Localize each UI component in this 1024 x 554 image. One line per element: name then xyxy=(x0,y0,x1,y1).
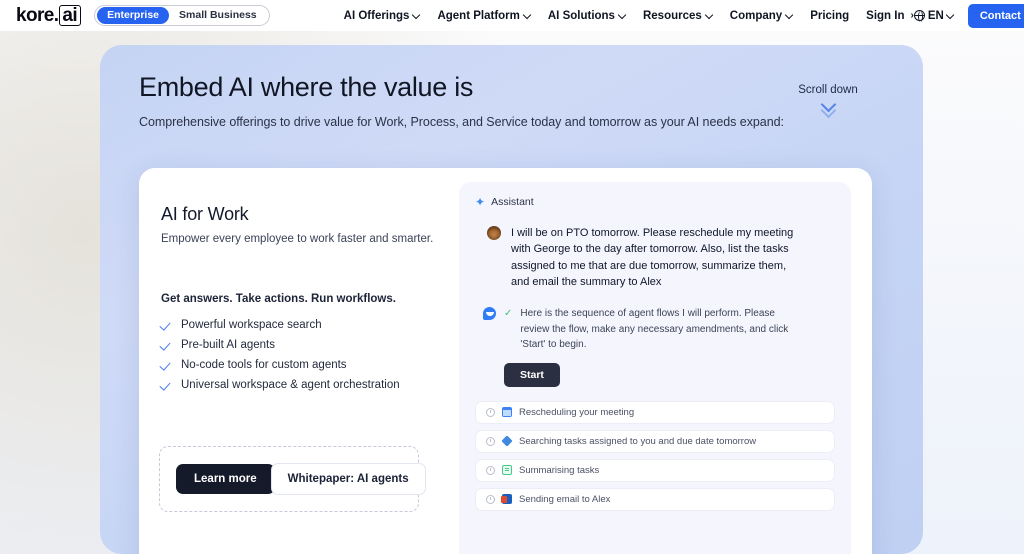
sparkle-icon: ✦ xyxy=(475,195,486,209)
nav-label: Company xyxy=(729,9,783,22)
page-subtitle: Comprehensive offerings to drive value f… xyxy=(139,115,784,129)
nav-label: Agent Platform xyxy=(437,9,520,22)
assistant-chat-panel: ✦ Assistant I will be on PTO tomorrow. P… xyxy=(459,182,851,554)
list-item: No-code tools for custom agents xyxy=(161,359,437,371)
cta-group: Learn more Whitepaper: AI agents xyxy=(159,446,426,512)
check-icon xyxy=(161,341,172,350)
nav-label: AI Solutions xyxy=(547,9,615,22)
check-icon xyxy=(161,361,172,370)
calendar-icon xyxy=(502,407,512,418)
chevron-double-down-icon xyxy=(783,96,873,119)
user-message: I will be on PTO tomorrow. Please resche… xyxy=(475,225,835,290)
nav-item-ai-solutions[interactable]: AI Solutions xyxy=(548,10,626,22)
clock-icon xyxy=(486,494,495,504)
flow-label: Summarising tasks xyxy=(519,464,600,476)
nav-item-pricing[interactable]: Pricing xyxy=(810,10,849,22)
flow-label: Searching tasks assigned to you and due … xyxy=(519,435,757,447)
scroll-down-label: Scroll down xyxy=(798,84,858,96)
language-label: EN xyxy=(927,9,944,22)
feature-label: No-code tools for custom agents xyxy=(181,359,347,371)
chevron-down-icon xyxy=(786,12,793,19)
agent-flow-list: Rescheduling your meeting Searching task… xyxy=(475,400,835,511)
assistant-message-text: Here is the sequence of agent flows I wi… xyxy=(520,308,789,351)
chevron-down-icon xyxy=(947,12,954,19)
card-tagline: Get answers. Take actions. Run workflows… xyxy=(161,293,396,305)
user-message-text: I will be on PTO tomorrow. Please resche… xyxy=(511,227,794,288)
check-icon xyxy=(161,321,172,330)
feature-list: Powerful workspace search Pre-built AI a… xyxy=(161,319,437,391)
card-left-column: AI for Work Empower every employee to wo… xyxy=(139,168,459,554)
site-header: kore. ai Enterprise Small Business AI Off… xyxy=(0,0,1024,31)
avatar xyxy=(487,226,501,240)
search-diamond-icon xyxy=(502,436,512,446)
chevron-down-icon xyxy=(413,12,420,19)
document-icon xyxy=(502,465,512,476)
nav-label: Pricing xyxy=(810,9,850,22)
page-title: Embed AI where the value is xyxy=(139,72,474,102)
clock-icon xyxy=(486,436,495,446)
kore-ai-logo[interactable]: kore. ai xyxy=(16,4,82,27)
table-row[interactable]: Rescheduling your meeting xyxy=(475,400,835,424)
language-selector[interactable]: EN xyxy=(913,9,954,22)
nav-item-agent-platform[interactable]: Agent Platform xyxy=(437,10,530,22)
segment-enterprise[interactable]: Enterprise xyxy=(97,7,170,24)
nav-label: AI Offerings xyxy=(343,9,410,22)
flow-label: Sending email to Alex xyxy=(519,493,611,505)
page-root: kore. ai Enterprise Small Business AI Off… xyxy=(0,0,1024,554)
outlook-mail-icon xyxy=(501,494,512,505)
chat-header-label: Assistant xyxy=(491,196,534,208)
start-button[interactable]: Start xyxy=(504,362,560,387)
assistant-avatar xyxy=(483,307,496,321)
list-item: Powerful workspace search xyxy=(161,319,437,331)
feature-label: Powerful workspace search xyxy=(181,319,322,331)
whitepaper-button[interactable]: Whitepaper: AI agents xyxy=(270,463,426,495)
header-right-group: EN Contact us xyxy=(913,3,1024,28)
segment-small-business[interactable]: Small Business xyxy=(169,7,267,24)
card-subtitle: Empower every employee to work faster an… xyxy=(161,233,434,245)
nav-item-resources[interactable]: Resources xyxy=(643,10,713,22)
list-item: Universal workspace & agent orchestratio… xyxy=(161,379,437,391)
logo-text: kore xyxy=(16,4,54,26)
feature-label: Universal workspace & agent orchestratio… xyxy=(181,379,400,391)
chevron-down-icon xyxy=(619,12,626,19)
audience-toggle[interactable]: Enterprise Small Business xyxy=(94,5,270,26)
chevron-down-icon xyxy=(524,12,531,19)
logo-badge: ai xyxy=(59,5,82,26)
nav-item-sign-in[interactable]: Sign In › xyxy=(866,10,914,22)
table-row[interactable]: Summarising tasks xyxy=(475,458,835,482)
nav-label: Resources xyxy=(642,9,702,22)
nav-item-company[interactable]: Company xyxy=(730,10,793,22)
contact-us-button[interactable]: Contact us xyxy=(967,3,1024,28)
clock-icon xyxy=(486,465,495,475)
nav-item-ai-offerings[interactable]: AI Offerings xyxy=(344,10,421,22)
table-row[interactable]: Sending email to Alex xyxy=(475,487,835,511)
nav-label: Sign In xyxy=(866,9,905,22)
learn-more-button[interactable]: Learn more xyxy=(176,464,275,494)
card-title: AI for Work xyxy=(161,204,249,224)
check-icon: ✓ xyxy=(504,308,513,320)
assistant-message: ✓ Here is the sequence of agent flows I … xyxy=(475,306,835,353)
list-item: Pre-built AI agents xyxy=(161,339,437,351)
clock-icon xyxy=(486,407,495,417)
flow-label: Rescheduling your meeting xyxy=(519,406,635,418)
chat-header: ✦ Assistant xyxy=(475,196,835,208)
scroll-down-indicator[interactable]: Scroll down xyxy=(783,84,873,119)
ai-for-work-card: AI for Work Empower every employee to wo… xyxy=(139,168,872,554)
check-icon xyxy=(161,381,172,390)
table-row[interactable]: Searching tasks assigned to you and due … xyxy=(475,429,835,453)
chevron-down-icon xyxy=(706,12,713,19)
feature-label: Pre-built AI agents xyxy=(181,339,275,351)
globe-icon xyxy=(913,10,926,22)
main-nav: AI Offerings Agent Platform AI Solutions… xyxy=(344,10,914,22)
